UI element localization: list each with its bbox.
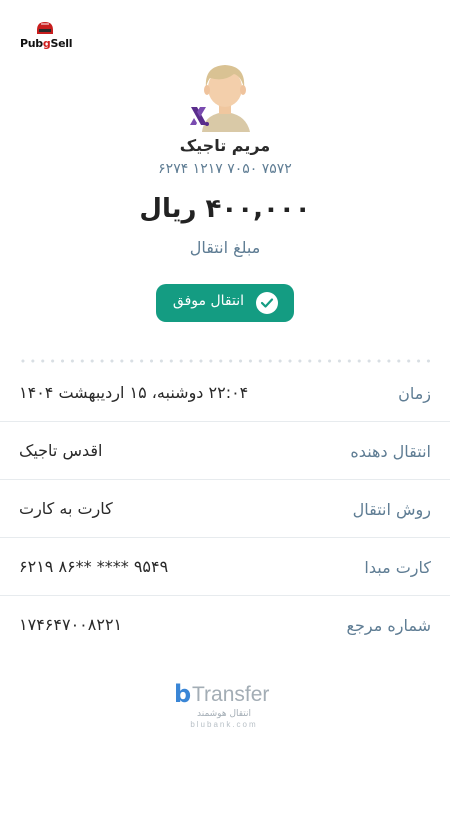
source-card-value: ۶۲۱۹ ۸۶** **** ۹۵۴۹ <box>19 557 169 576</box>
row-divider <box>0 595 450 596</box>
dotted-divider <box>18 359 432 363</box>
reference-value: ۱۷۴۶۴۷۰۰۸۲۲۱ <box>19 615 123 634</box>
detail-row-time: زمان ۲۲:۰۴ دوشنبه، ۱۵ اردیبهشت ۱۴۰۴ <box>0 366 450 423</box>
sender-value: اقدس تاجیک <box>19 441 103 460</box>
recipient-card-number: ۶۲۷۴ ۱۲۱۷ ۷۰۵۰ ۷۵۷۲ <box>158 161 292 177</box>
sender-label: انتقال دهنده <box>350 442 431 461</box>
check-icon <box>256 292 278 314</box>
source-card-label: کارت مبدا <box>364 558 431 577</box>
row-divider <box>0 479 450 480</box>
btransfer-logo: b Transfer انتقال هوشمند blubank.com <box>170 680 282 732</box>
detail-row-source-card: کارت مبدا ۶۲۱۹ ۸۶** **** ۹۵۴۹ <box>0 540 450 597</box>
reference-label: شماره مرجع <box>346 616 431 635</box>
btransfer-tagline: انتقال هوشمند <box>197 709 251 719</box>
btransfer-url: blubank.com <box>190 720 258 729</box>
detail-row-sender: انتقال دهنده اقدس تاجیک <box>0 424 450 481</box>
time-label: زمان <box>398 384 431 403</box>
logo-text: PubgSell <box>20 37 73 50</box>
detail-row-reference: شماره مرجع ۱۷۴۶۴۷۰۰۸۲۲۱ <box>0 598 450 655</box>
status-badge: انتقال موفق <box>156 284 294 322</box>
method-label: روش انتقال <box>352 500 431 519</box>
btransfer-text: Transfer <box>192 683 270 706</box>
amount-label: مبلغ انتقال <box>189 238 261 257</box>
status-text: انتقال موفق <box>172 293 244 309</box>
row-divider <box>0 537 450 538</box>
recipient-name: مریم تاجیک <box>179 136 271 155</box>
method-value: کارت به کارت <box>19 499 113 518</box>
transfer-amount: ۴۰۰,۰۰۰ ریال <box>139 194 311 224</box>
time-value: ۲۲:۰۴ دوشنبه، ۱۵ اردیبهشت ۱۴۰۴ <box>19 383 249 402</box>
helmet-icon <box>37 22 53 34</box>
detail-row-method: روش انتقال کارت به کارت <box>0 482 450 539</box>
row-divider <box>0 421 450 422</box>
pubgsell-logo: PubgSell <box>20 18 72 52</box>
btransfer-b: b <box>174 680 192 708</box>
bank-logo-icon <box>190 107 209 126</box>
